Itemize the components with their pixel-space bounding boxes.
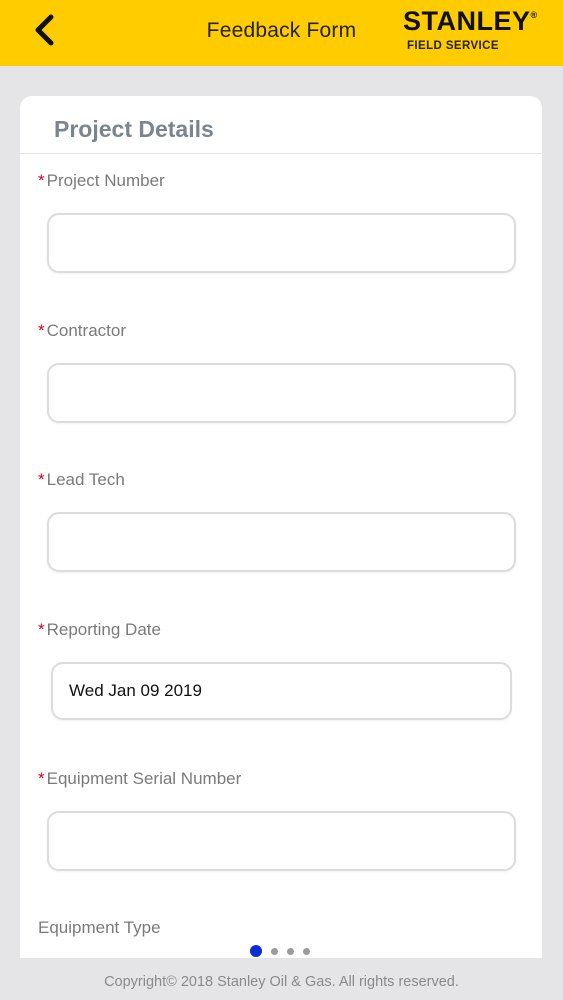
app-header: Feedback Form STANLEY® FIELD SERVICE [0, 0, 563, 66]
brand-name: STANLEY [403, 6, 531, 36]
reporting-date-input[interactable] [51, 662, 512, 720]
page-dot-4[interactable] [303, 947, 310, 955]
required-marker: * [38, 769, 45, 788]
brand-subtitle: FIELD SERVICE [407, 40, 499, 52]
section-title: Project Details [54, 116, 214, 142]
section-divider [20, 153, 542, 154]
page-dot-1[interactable] [250, 945, 262, 957]
footer-copyright: Copyright© 2018 Stanley Oil & Gas. All r… [0, 958, 563, 1000]
page-dot-3[interactable] [287, 947, 294, 955]
contractor-label: * Contractor [38, 321, 126, 340]
equipment-serial-number-input[interactable] [47, 811, 516, 871]
page-dot-2[interactable] [271, 947, 278, 955]
project-details-card: Project Details * Project Number * Contrac… [20, 96, 542, 976]
stanley-logo: STANLEY® FIELD SERVICE [403, 6, 553, 58]
required-marker: * [38, 620, 45, 639]
page-indicator [250, 945, 319, 957]
lead-tech-label: * Lead Tech [38, 470, 125, 489]
equipment-type-label: Equipment Type [38, 918, 161, 937]
app-screen: Feedback Form STANLEY® FIELD SERVICE Pro… [0, 0, 563, 1000]
project-number-label: * Project Number [38, 171, 165, 190]
project-number-input[interactable] [47, 213, 516, 273]
required-marker: * [38, 321, 45, 340]
contractor-input[interactable] [47, 363, 516, 423]
required-marker: * [38, 171, 45, 190]
reporting-date-label: * Reporting Date [38, 620, 161, 639]
brand-registered-mark: ® [530, 10, 538, 20]
equipment-serial-number-label: * Equipment Serial Number [38, 769, 242, 788]
required-marker: * [38, 470, 45, 489]
lead-tech-input[interactable] [47, 512, 516, 572]
